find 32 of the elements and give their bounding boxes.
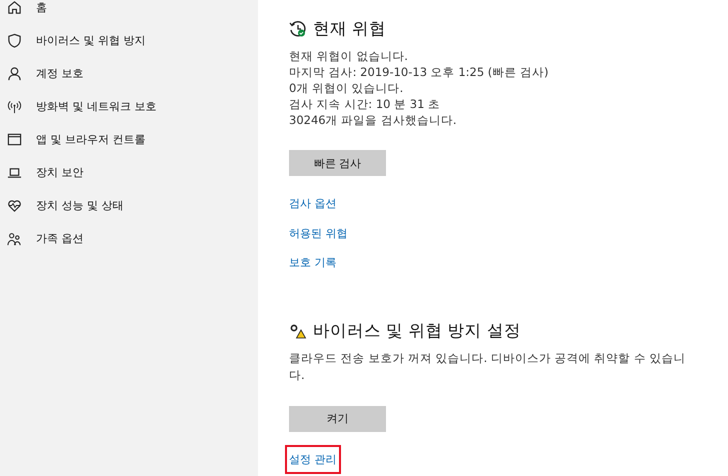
nav-item[interactable]: 방화벽 및 네트워크 보호	[0, 90, 258, 123]
link[interactable]: 허용된 위협	[285, 218, 352, 248]
nav-item[interactable]: 장치 성능 및 상태	[0, 189, 258, 222]
status-text: 30246개 파일을 검사했습니다.	[289, 112, 458, 128]
window-icon	[7, 132, 22, 147]
status-text: 0개 위협이 있습니다.	[289, 80, 404, 96]
nav-item[interactable]: 앱 및 브라우저 컨트롤	[0, 123, 258, 156]
laptop-icon	[7, 165, 22, 180]
heart-icon	[7, 198, 22, 213]
person-icon	[7, 66, 22, 81]
family-icon	[7, 231, 22, 246]
shield-icon	[7, 33, 22, 48]
section-title: 현재 위협	[313, 18, 386, 40]
clock-check-icon	[289, 20, 307, 38]
home-icon	[7, 0, 22, 15]
status-text: 현재 위협이 없습니다.	[289, 48, 409, 64]
nav-item[interactable]: 바이러스 및 위협 방지	[0, 24, 258, 57]
link[interactable]: 설정 관리	[285, 444, 340, 474]
nav-item[interactable]: 계정 보호	[0, 57, 258, 90]
link[interactable]: 검사 옵션	[285, 189, 340, 218]
antenna-icon	[7, 99, 22, 114]
status-text: 클라우드 전송 보호가 꺼져 있습니다. 디바이스가 공격에 취약할 수 있습니다.	[289, 350, 687, 384]
section-title: 바이러스 및 위협 방지 설정	[313, 320, 521, 342]
nav-item[interactable]: 장치 보안	[0, 156, 258, 189]
link[interactable]: 보호 기록	[285, 248, 340, 278]
status-text: 검사 지속 시간: 10 분 31 초	[289, 96, 442, 112]
turn-on-button[interactable]: 켜기	[289, 406, 386, 432]
quick-scan-button[interactable]: 빠른 검사	[289, 150, 386, 176]
nav-item[interactable]: 가족 옵션	[0, 222, 258, 255]
nav-item[interactable]: 홈	[0, 0, 258, 24]
status-text: 마지막 검사: 2019-10-13 오후 1:25 (빠른 검사)	[289, 64, 550, 80]
gear-warning-icon	[289, 322, 307, 340]
